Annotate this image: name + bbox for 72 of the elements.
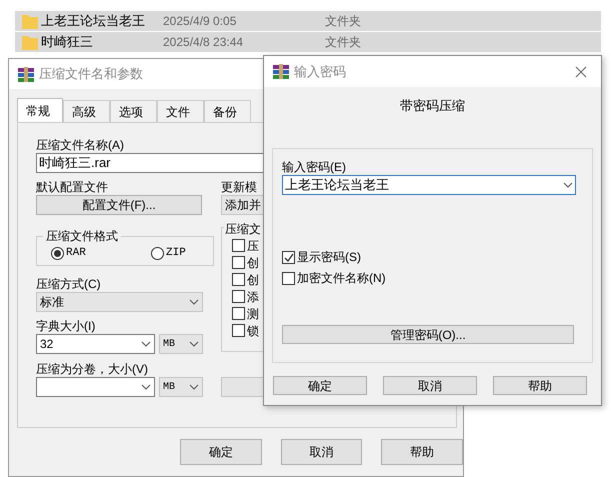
- tab[interactable]: 选项: [110, 100, 157, 122]
- checkbox[interactable]: [232, 307, 245, 320]
- books-icon: [18, 66, 34, 82]
- tab[interactable]: 常规: [17, 98, 63, 122]
- combo-box[interactable]: 上老王论坛当老王: [282, 175, 576, 195]
- radio-option[interactable]: RAR: [51, 245, 99, 262]
- file-type: 文件夹: [325, 13, 361, 30]
- field-label: 字典大小(I): [36, 318, 96, 334]
- radio-button[interactable]: [151, 246, 164, 260]
- field-label: 压缩方式(C): [36, 276, 102, 292]
- chevron-icon: [563, 182, 573, 188]
- file-name: 时崎狂三: [41, 33, 94, 52]
- checkbox-label: 创: [247, 272, 259, 288]
- window-title: 输入密码: [294, 62, 347, 81]
- file-row[interactable]: 上老王论坛当老王 2025/4/9 0:05 文件夹: [15, 11, 601, 31]
- field-label: 默认配置文件: [36, 179, 109, 195]
- tab[interactable]: 高级: [63, 100, 110, 122]
- group-label: 压缩文件格式: [45, 228, 119, 245]
- checkbox-label: 锁: [247, 322, 259, 340]
- group-label: 压缩文: [224, 221, 264, 237]
- dialog-heading: 带密码压缩: [400, 97, 465, 115]
- field-label: 更新模: [221, 179, 258, 195]
- checkbox-label: 创: [247, 254, 259, 272]
- checkbox-label: 加密文件名称(N): [297, 270, 386, 287]
- chevron-icon: [189, 299, 199, 305]
- chevron-icon: [141, 341, 151, 347]
- dropdown[interactable]: 添加并: [221, 195, 264, 215]
- checkbox-label: 添: [247, 288, 259, 306]
- tab[interactable]: 备份: [204, 100, 251, 122]
- chevron-icon: [189, 341, 199, 347]
- checkbox-label: 压: [247, 238, 259, 254]
- check-icon: [284, 252, 294, 262]
- checkbox-label: 显示密码(S): [297, 249, 361, 266]
- checkbox[interactable]: [282, 250, 295, 264]
- dropdown[interactable]: 标准: [36, 292, 203, 312]
- books-icon: [273, 64, 289, 79]
- checkbox[interactable]: [232, 239, 245, 252]
- dialog-button[interactable]: 确定: [273, 376, 367, 395]
- checkbox[interactable]: [232, 290, 245, 303]
- dropdown[interactable]: MB: [159, 377, 203, 397]
- dialog-button[interactable]: 确定: [180, 439, 262, 465]
- profile-button[interactable]: 配置文件(F)...: [36, 195, 202, 215]
- chevron-icon: [189, 384, 199, 390]
- field-label: 输入密码(E): [282, 159, 346, 175]
- combo-box[interactable]: [36, 377, 155, 397]
- radio-button[interactable]: [51, 246, 64, 260]
- dialog-button[interactable]: 帮助: [381, 439, 464, 465]
- tab[interactable]: 文件: [157, 100, 204, 122]
- dialog-button[interactable]: 取消: [280, 439, 362, 465]
- dialog-button[interactable]: 帮助: [493, 376, 587, 395]
- dialog-button[interactable]: 取消: [383, 376, 477, 395]
- file-type: 文件夹: [325, 34, 361, 51]
- field-label: 压缩文件名称(A): [36, 137, 125, 153]
- file-date: 2025/4/8 23:44: [163, 34, 244, 51]
- checkbox[interactable]: [232, 256, 245, 269]
- checkbox[interactable]: [282, 272, 295, 284]
- close-icon[interactable]: [575, 66, 587, 78]
- file-date: 2025/4/9 0:05: [163, 13, 238, 30]
- radio-option[interactable]: ZIP: [151, 245, 199, 262]
- checkbox-label: 测: [247, 306, 259, 322]
- chevron-icon: [141, 384, 151, 390]
- folder-icon: [22, 13, 38, 29]
- combo-box[interactable]: 32: [36, 334, 155, 354]
- manage-password-button[interactable]: 管理密码(O)...: [282, 325, 574, 344]
- window-title: 压缩文件名和参数: [39, 65, 143, 84]
- checkbox[interactable]: [232, 324, 245, 337]
- file-name: 上老王论坛当老王: [41, 12, 146, 30]
- field-label: 压缩为分卷，大小(V): [36, 361, 149, 377]
- folder-icon: [22, 34, 38, 50]
- dropdown[interactable]: MB: [159, 334, 203, 354]
- checkbox[interactable]: [232, 273, 245, 286]
- file-row[interactable]: 时崎狂三 2025/4/8 23:44 文件夹: [15, 32, 601, 52]
